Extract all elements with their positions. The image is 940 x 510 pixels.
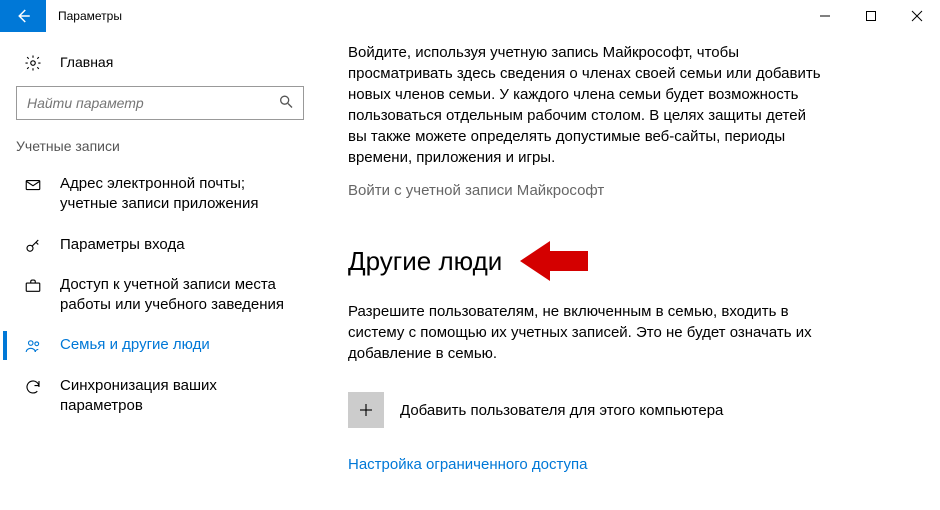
close-button[interactable] bbox=[894, 0, 940, 32]
add-user-button[interactable]: Добавить пользователя для этого компьюте… bbox=[348, 392, 880, 428]
limited-access-link[interactable]: Настройка ограниченного доступа bbox=[348, 456, 880, 473]
sidebar: Главная Учетные записи Адрес электронной… bbox=[0, 32, 320, 510]
plus-icon bbox=[348, 392, 384, 428]
window-title: Параметры bbox=[46, 0, 134, 32]
sidebar-item-label: Параметры входа bbox=[60, 235, 300, 255]
search-input[interactable] bbox=[16, 86, 304, 120]
sidebar-item-family[interactable]: Семья и другие люди bbox=[0, 325, 320, 365]
content-area: Войдите, используя учетную запись Майкро… bbox=[320, 32, 940, 510]
back-button[interactable] bbox=[0, 0, 46, 32]
maximize-icon bbox=[865, 10, 877, 22]
gear-icon bbox=[24, 54, 42, 72]
intro-text: Войдите, используя учетную запись Майкро… bbox=[348, 42, 828, 168]
sidebar-section-label: Учетные записи bbox=[0, 138, 320, 164]
other-people-desc: Разрешите пользователям, не включенным в… bbox=[348, 301, 828, 364]
sidebar-item-label: Синхронизация ваших параметров bbox=[60, 376, 300, 417]
minimize-icon bbox=[819, 10, 831, 22]
key-icon bbox=[24, 237, 42, 255]
sidebar-item-signin-options[interactable]: Параметры входа bbox=[0, 225, 320, 265]
sidebar-item-label: Доступ к учетной записи места работы или… bbox=[60, 275, 300, 316]
search-icon bbox=[278, 94, 294, 113]
home-button[interactable]: Главная bbox=[0, 46, 320, 86]
sync-icon bbox=[24, 378, 42, 396]
sidebar-item-label: Адрес электронной почты; учетные записи … bbox=[60, 174, 300, 215]
signin-link[interactable]: Войти с учетной записи Майкрософт bbox=[348, 182, 880, 199]
titlebar: Параметры bbox=[0, 0, 940, 32]
sidebar-item-label: Семья и другие люди bbox=[60, 335, 300, 355]
back-arrow-icon bbox=[14, 7, 32, 25]
home-label: Главная bbox=[60, 54, 113, 70]
mail-icon bbox=[24, 176, 42, 194]
red-arrow-icon bbox=[520, 239, 590, 283]
search-box[interactable] bbox=[16, 86, 304, 120]
close-icon bbox=[911, 10, 923, 22]
sidebar-item-email-accounts[interactable]: Адрес электронной почты; учетные записи … bbox=[0, 164, 320, 225]
people-icon bbox=[24, 337, 42, 355]
other-people-heading: Другие люди bbox=[348, 246, 502, 277]
add-user-label: Добавить пользователя для этого компьюте… bbox=[400, 402, 723, 419]
sidebar-item-sync[interactable]: Синхронизация ваших параметров bbox=[0, 366, 320, 427]
briefcase-icon bbox=[24, 277, 42, 295]
maximize-button[interactable] bbox=[848, 0, 894, 32]
minimize-button[interactable] bbox=[802, 0, 848, 32]
sidebar-item-work-access[interactable]: Доступ к учетной записи места работы или… bbox=[0, 265, 320, 326]
